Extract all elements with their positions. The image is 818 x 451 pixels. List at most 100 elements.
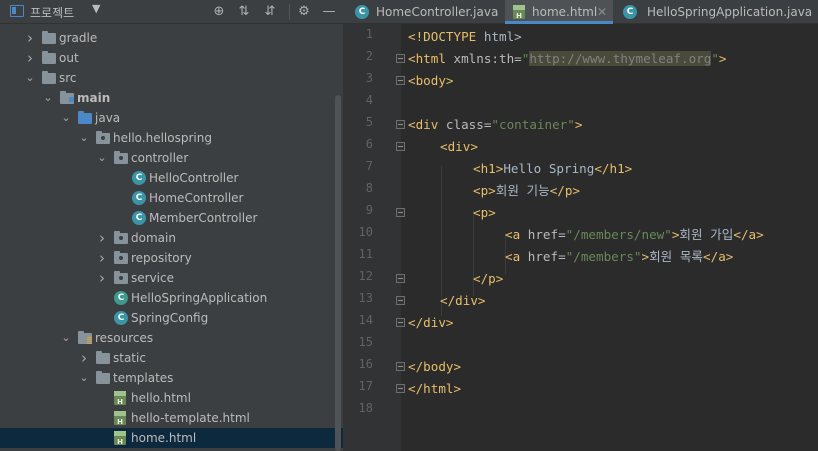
- hide-panel-icon[interactable]: —: [320, 3, 338, 21]
- code-line-11: <a href="/members">회원 목록</a>: [505, 249, 734, 264]
- project-panel-header: 프로젝트 ▼ ⊕ ⇅ ⇵ ⚙ —: [0, 0, 343, 24]
- tree-item-main[interactable]: ⌄ main: [0, 88, 343, 108]
- tree-item-home-html[interactable]: Hhome.html: [0, 428, 343, 448]
- tree-item-label: gradle: [59, 31, 98, 45]
- chevron-right-icon[interactable]: ›: [24, 48, 36, 68]
- line-number: 10: [358, 225, 373, 239]
- line-number: 11: [358, 247, 373, 261]
- chevron-right-icon[interactable]: ›: [96, 228, 108, 248]
- tree-item-membercontroller[interactable]: C MemberController: [0, 208, 343, 228]
- chevron-down-icon[interactable]: ⌄: [24, 68, 36, 88]
- html-file-icon: H: [114, 391, 126, 406]
- fold-marker-icon[interactable]: [396, 296, 405, 305]
- fold-marker-icon[interactable]: [396, 142, 405, 151]
- tree-item-templates[interactable]: ⌄ templates: [0, 368, 343, 388]
- tab-home-html[interactable]: H home.html ✕: [505, 0, 613, 24]
- code-line-2: <html xmlns:th="http://www.thymeleaf.org…: [408, 51, 727, 66]
- tree-item-hello-template-html[interactable]: Hhello-template.html: [0, 408, 343, 428]
- project-panel-scrollbar[interactable]: [335, 95, 341, 451]
- tree-item-domain[interactable]: › domain: [0, 228, 343, 248]
- line-number: 1: [365, 27, 373, 41]
- code-line-17: </html>: [408, 381, 462, 396]
- code-line-6: <div>: [440, 139, 478, 154]
- gear-icon[interactable]: ⚙: [295, 3, 313, 21]
- locate-file-icon[interactable]: ⊕: [210, 3, 228, 21]
- line-number: 15: [358, 335, 373, 349]
- tree-item-label: controller: [131, 151, 189, 165]
- chevron-down-icon[interactable]: ⌄: [78, 368, 90, 388]
- tab-label: HelloSpringApplication.java: [647, 5, 813, 19]
- tree-item-label: MemberController: [149, 211, 258, 225]
- tree-item-label: repository: [131, 251, 192, 265]
- tree-item-label: HomeController: [149, 191, 244, 205]
- class-icon: C: [132, 171, 146, 185]
- tree-item-service[interactable]: › service: [0, 268, 343, 288]
- tree-item-label: main: [77, 91, 111, 105]
- line-number: 8: [365, 181, 373, 195]
- tree-item-label: resources: [95, 331, 154, 345]
- fold-marker-icon[interactable]: [396, 208, 405, 217]
- line-number: 14: [358, 313, 373, 327]
- tree-item-java[interactable]: ⌄ java: [0, 108, 343, 128]
- chevron-right-icon[interactable]: ›: [96, 248, 108, 268]
- chevron-down-icon[interactable]: ⌄: [60, 328, 72, 348]
- class-icon: C: [355, 5, 369, 19]
- folder-icon: [42, 71, 56, 84]
- tree-item-label: java: [95, 111, 121, 125]
- fold-marker-icon[interactable]: [396, 384, 405, 393]
- tree-item-controller[interactable]: ⌄ controller: [0, 148, 343, 168]
- fold-marker-icon[interactable]: [396, 54, 405, 63]
- tree-item-hello-hellospring[interactable]: ⌄ hello.hellospring: [0, 128, 343, 148]
- fold-marker-icon[interactable]: [396, 120, 405, 129]
- line-number: 2: [365, 49, 373, 63]
- tree-item-hello-html[interactable]: Hhello.html: [0, 388, 343, 408]
- code-line-9: <p>: [473, 205, 496, 220]
- tree-item-label: src: [59, 71, 77, 85]
- close-icon[interactable]: ✕: [597, 0, 607, 24]
- tree-item-label: templates: [113, 371, 174, 385]
- expand-all-icon[interactable]: ⇅: [235, 3, 253, 21]
- project-panel-title[interactable]: 프로젝트: [30, 4, 74, 21]
- chevron-right-icon[interactable]: ›: [96, 268, 108, 288]
- tree-item-src[interactable]: ⌄ src: [0, 68, 343, 88]
- fold-marker-icon[interactable]: [396, 274, 405, 283]
- chevron-down-icon[interactable]: ⌄: [60, 108, 72, 128]
- module-folder-icon: [60, 91, 74, 104]
- fold-marker-icon[interactable]: [396, 318, 405, 327]
- tree-item-label: HelloController: [149, 171, 239, 185]
- tab-label: HomeController.java: [376, 5, 499, 19]
- fold-marker-icon[interactable]: [396, 76, 405, 85]
- tree-item-hellospringapplication[interactable]: C HelloSpringApplication: [0, 288, 343, 308]
- tree-item-repository[interactable]: › repository: [0, 248, 343, 268]
- line-number: 5: [365, 115, 373, 129]
- tree-item-gradle[interactable]: › gradle: [0, 28, 343, 48]
- tree-item-label: hello.hellospring: [113, 131, 212, 145]
- tab-homecontroller-java[interactable]: C HomeController.java: [347, 0, 499, 24]
- project-view-icon: [10, 5, 24, 17]
- chevron-down-icon[interactable]: ⌄: [96, 148, 108, 168]
- chevron-down-icon[interactable]: ⌄: [78, 128, 90, 148]
- tree-item-static[interactable]: › static: [0, 348, 343, 368]
- chevron-right-icon[interactable]: ›: [78, 348, 90, 368]
- tree-item-hellocontroller[interactable]: C HelloController: [0, 168, 343, 188]
- tree-item-label: domain: [131, 231, 176, 245]
- tree-item-label: static: [113, 351, 146, 365]
- chevron-down-icon[interactable]: ⌄: [42, 88, 54, 108]
- class-icon: C: [132, 211, 146, 225]
- collapse-all-icon[interactable]: ⇵: [261, 3, 279, 21]
- tab-hellospringapplication-java[interactable]: C HelloSpringApplication.java: [615, 0, 818, 24]
- editor-gutter: 1 2 3 4 5 6 7 8 9 10 11 12 13 14 15 16 17 18: [343, 24, 405, 451]
- package-icon: [114, 251, 128, 264]
- package-icon: [114, 151, 128, 164]
- tree-item-springconfig[interactable]: C SpringConfig: [0, 308, 343, 328]
- chevron-right-icon[interactable]: ›: [24, 28, 36, 48]
- html-file-icon: H: [513, 5, 525, 20]
- line-number: 7: [365, 159, 373, 173]
- tree-item-homecontroller[interactable]: C HomeController: [0, 188, 343, 208]
- tree-item-out[interactable]: › out: [0, 48, 343, 68]
- code-line-14: </div>: [408, 315, 454, 330]
- class-icon: C: [114, 311, 128, 325]
- chevron-down-icon[interactable]: ▼: [92, 2, 100, 15]
- tree-item-resources[interactable]: ⌄ resources: [0, 328, 343, 348]
- fold-marker-icon[interactable]: [396, 362, 405, 371]
